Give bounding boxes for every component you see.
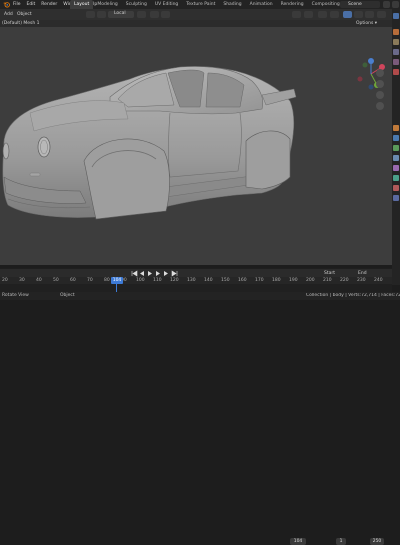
properties-tabs: [392, 9, 400, 285]
tick: 190: [289, 278, 298, 283]
tool-tab-icon[interactable]: [393, 13, 399, 19]
start-label: Start: [324, 271, 335, 276]
tab-animation[interactable]: Animation: [246, 0, 277, 9]
data-tab-icon[interactable]: [393, 175, 399, 181]
editor-type-icon[interactable]: [86, 11, 95, 18]
tick: 200: [306, 278, 315, 283]
scene-selector[interactable]: Scene: [340, 1, 380, 8]
blender-logo-icon[interactable]: [3, 1, 10, 8]
status-hint: Rotate View: [2, 293, 29, 298]
tick: 30: [19, 278, 25, 283]
tick: 110: [153, 278, 162, 283]
particles-tab-icon[interactable]: [393, 145, 399, 151]
viewport-subheader: (Default) Mesh 1 Options ▾: [0, 20, 392, 27]
end-label: End: [358, 271, 367, 276]
top-bar: File Edit Render Window Help Layout Mode…: [0, 0, 400, 9]
material-shading-icon[interactable]: [354, 11, 363, 18]
tick: 230: [357, 278, 366, 283]
tab-shading[interactable]: Shading: [219, 0, 245, 9]
xray-icon[interactable]: [330, 11, 339, 18]
zoom-icon[interactable]: [376, 69, 384, 77]
current-frame-field[interactable]: 104: [290, 538, 306, 545]
physics-tab-icon[interactable]: [393, 155, 399, 161]
tab-texture-paint[interactable]: Texture Paint: [182, 0, 219, 9]
tick: 100: [136, 278, 145, 283]
timeline-ruler[interactable]: 20 30 40 50 60 70 80 90 100 110 120 130 …: [0, 277, 392, 284]
pan-icon[interactable]: [376, 80, 384, 88]
constraints-tab-icon[interactable]: [393, 165, 399, 171]
tick: 170: [255, 278, 264, 283]
playhead-line: [116, 284, 117, 292]
breadcrumb: (Default) Mesh 1: [2, 21, 40, 26]
menu-edit[interactable]: Edit: [27, 2, 36, 7]
tick: 130: [187, 278, 196, 283]
tab-uv-editing[interactable]: UV Editing: [151, 0, 182, 9]
top-right-buttons: [383, 1, 399, 8]
tab-compositing[interactable]: Compositing: [308, 0, 344, 9]
solid-shading-icon[interactable]: [343, 11, 352, 18]
shading-options-icon[interactable]: [377, 11, 386, 18]
playback-controls[interactable]: [130, 270, 180, 277]
menu-file[interactable]: File: [13, 2, 21, 7]
tick: 60: [70, 278, 76, 283]
start-frame-field[interactable]: 1: [336, 538, 346, 545]
tick: 70: [87, 278, 93, 283]
tab-layout[interactable]: Layout: [70, 0, 94, 9]
tick: 140: [204, 278, 213, 283]
status-bar: Rotate View Object Collection | body | V…: [0, 292, 400, 300]
3d-viewport[interactable]: [0, 27, 392, 265]
material-tab-icon[interactable]: [393, 185, 399, 191]
status-stats: Collection | body | Verts:72,714 | Faces…: [306, 293, 400, 298]
transform-orientation[interactable]: Local: [108, 11, 134, 18]
scene-tab-icon[interactable]: [393, 59, 399, 65]
tick: 240: [374, 278, 383, 283]
view-layer-icon[interactable]: [383, 1, 390, 8]
close-icon[interactable]: [392, 1, 399, 8]
tick: 160: [238, 278, 247, 283]
tick: 150: [221, 278, 230, 283]
world-tab-icon[interactable]: [393, 69, 399, 75]
overlay-icon[interactable]: [318, 11, 327, 18]
end-frame-field[interactable]: 250: [370, 538, 384, 545]
rendered-shading-icon[interactable]: [365, 11, 374, 18]
tick: 40: [36, 278, 42, 283]
object-tab-icon[interactable]: [393, 125, 399, 131]
tick: 210: [323, 278, 332, 283]
view-layer-tab-icon[interactable]: [393, 49, 399, 55]
modifier-tab-icon[interactable]: [393, 135, 399, 141]
options-menu[interactable]: Options ▾: [356, 21, 377, 26]
object-mode-icon[interactable]: [97, 11, 106, 18]
add-menu[interactable]: Add: [4, 11, 13, 18]
camera-view-icon[interactable]: [376, 91, 384, 99]
output-tab-icon[interactable]: [393, 39, 399, 45]
tick: 220: [340, 278, 349, 283]
menu-render[interactable]: Render: [41, 2, 57, 7]
status-object: Object: [60, 293, 75, 298]
tick: 20: [2, 278, 8, 283]
timeline-body[interactable]: [0, 284, 392, 292]
snap-icon[interactable]: [150, 11, 159, 18]
render-tab-icon[interactable]: [393, 29, 399, 35]
tab-modeling[interactable]: Modeling: [93, 0, 121, 9]
texture-tab-icon[interactable]: [393, 195, 399, 201]
car-model: [2, 66, 297, 220]
tab-rendering[interactable]: Rendering: [277, 0, 308, 9]
visibility-icon[interactable]: [292, 11, 301, 18]
tab-sculpting[interactable]: Sculpting: [122, 0, 151, 9]
gizmo-toggle-icon[interactable]: [304, 11, 313, 18]
pivot-icon[interactable]: [137, 11, 146, 18]
playhead[interactable]: 104: [111, 277, 123, 284]
proportional-edit-icon[interactable]: [161, 11, 170, 18]
tick: 120: [170, 278, 179, 283]
tick: 180: [272, 278, 281, 283]
object-menu[interactable]: Object: [17, 11, 32, 18]
tick: 50: [53, 278, 59, 283]
workspace-tabs: Layout Modeling Sculpting UV Editing Tex…: [70, 0, 372, 9]
perspective-toggle-icon[interactable]: [376, 102, 384, 110]
tick: 80: [104, 278, 110, 283]
